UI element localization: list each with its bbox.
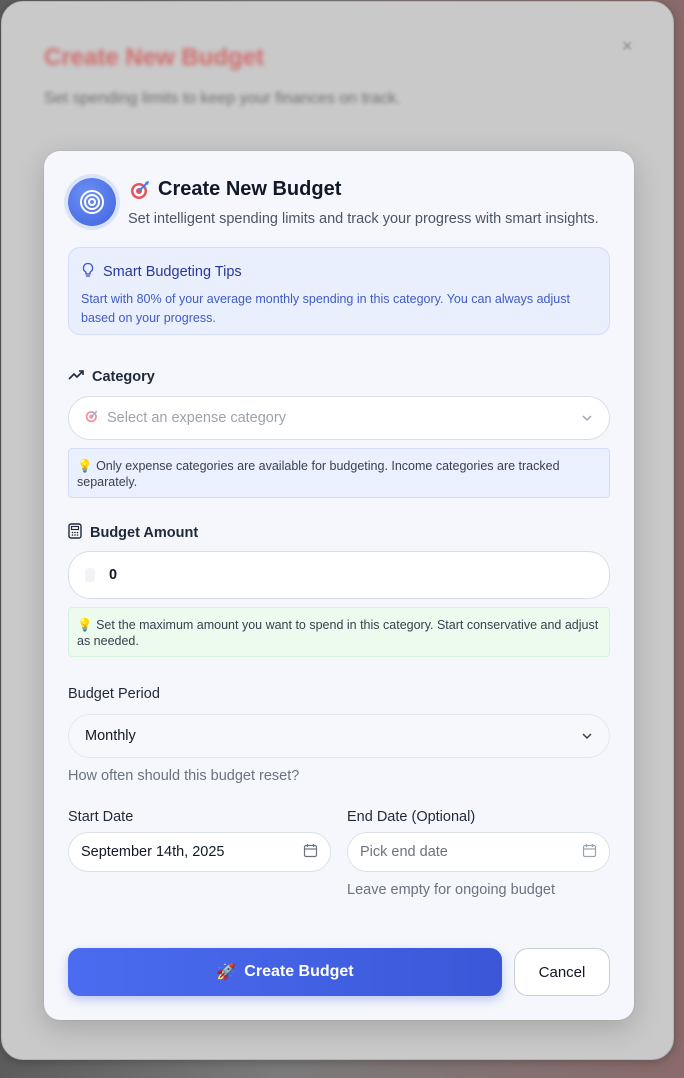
tips-title: Smart Budgeting Tips [103, 264, 242, 280]
close-icon[interactable]: × [622, 36, 633, 57]
start-date-label: Start Date [68, 809, 134, 825]
amount-label-row: Budget Amount [68, 523, 198, 543]
amount-input[interactable]: 0 [68, 551, 610, 599]
start-date-picker[interactable]: September 14th, 2025 [68, 832, 331, 872]
currency-icon [85, 568, 95, 582]
calendar-icon [303, 843, 318, 862]
amount-value: 0 [109, 567, 118, 583]
hint-lightbulb-icon: 💡 [77, 618, 93, 632]
lightbulb-icon [81, 262, 95, 282]
category-placeholder: Select an expense category [107, 410, 286, 426]
create-budget-button[interactable]: 🚀 Create Budget [68, 948, 502, 996]
dialog-subtitle: Set intelligent spending limits and trac… [128, 211, 599, 227]
period-value: Monthly [85, 728, 136, 744]
end-date-picker[interactable]: Pick end date [347, 832, 610, 872]
category-select[interactable]: Select an expense category [68, 396, 610, 440]
dialog-title-row: Create New Budget [130, 178, 341, 201]
create-budget-dialog: Create New Budget Set intelligent spendi… [44, 151, 634, 1020]
smart-tips-box: Smart Budgeting Tips Start with 80% of y… [68, 247, 610, 335]
tips-header: Smart Budgeting Tips [81, 262, 597, 282]
calendar-icon [582, 843, 597, 862]
end-date-label: End Date (Optional) [347, 809, 476, 825]
hint-lightbulb-icon: 💡 [77, 459, 93, 473]
background-dialog: Create New Budget Set spending limits to… [1, 1, 674, 1060]
amount-hint-text: Set the maximum amount you want to spend… [77, 618, 599, 648]
category-hint: 💡 Only expense categories are available … [68, 448, 610, 498]
period-help: How often should this budget reset? [68, 768, 300, 784]
rocket-icon: 🚀 [216, 964, 237, 981]
period-select[interactable]: Monthly [68, 714, 610, 758]
category-label: Category [92, 369, 155, 385]
chevron-down-icon [581, 728, 593, 744]
trending-up-icon [68, 369, 84, 385]
end-date-help: Leave empty for ongoing budget [347, 882, 555, 898]
chevron-down-icon [581, 410, 593, 426]
category-hint-text: Only expense categories are available fo… [77, 459, 560, 489]
dart-target-emoji-icon [130, 180, 150, 200]
create-budget-label: Create Budget [244, 963, 354, 980]
calculator-icon [68, 523, 82, 543]
background-dialog-title: Create New Budget [44, 44, 265, 71]
start-date-value: September 14th, 2025 [81, 844, 225, 860]
background-dialog-subtitle: Set spending limits to keep your finance… [44, 90, 401, 107]
tips-text: Start with 80% of your average monthly s… [81, 292, 570, 325]
cancel-button[interactable]: Cancel [514, 948, 610, 996]
target-icon [68, 178, 116, 226]
dialog-title: Create New Budget [158, 178, 342, 200]
dart-target-emoji-icon [85, 409, 99, 427]
amount-hint: 💡 Set the maximum amount you want to spe… [68, 607, 610, 657]
category-label-row: Category [68, 369, 155, 385]
amount-label: Budget Amount [90, 525, 199, 541]
end-date-placeholder: Pick end date [360, 844, 448, 860]
period-label: Budget Period [68, 686, 160, 702]
